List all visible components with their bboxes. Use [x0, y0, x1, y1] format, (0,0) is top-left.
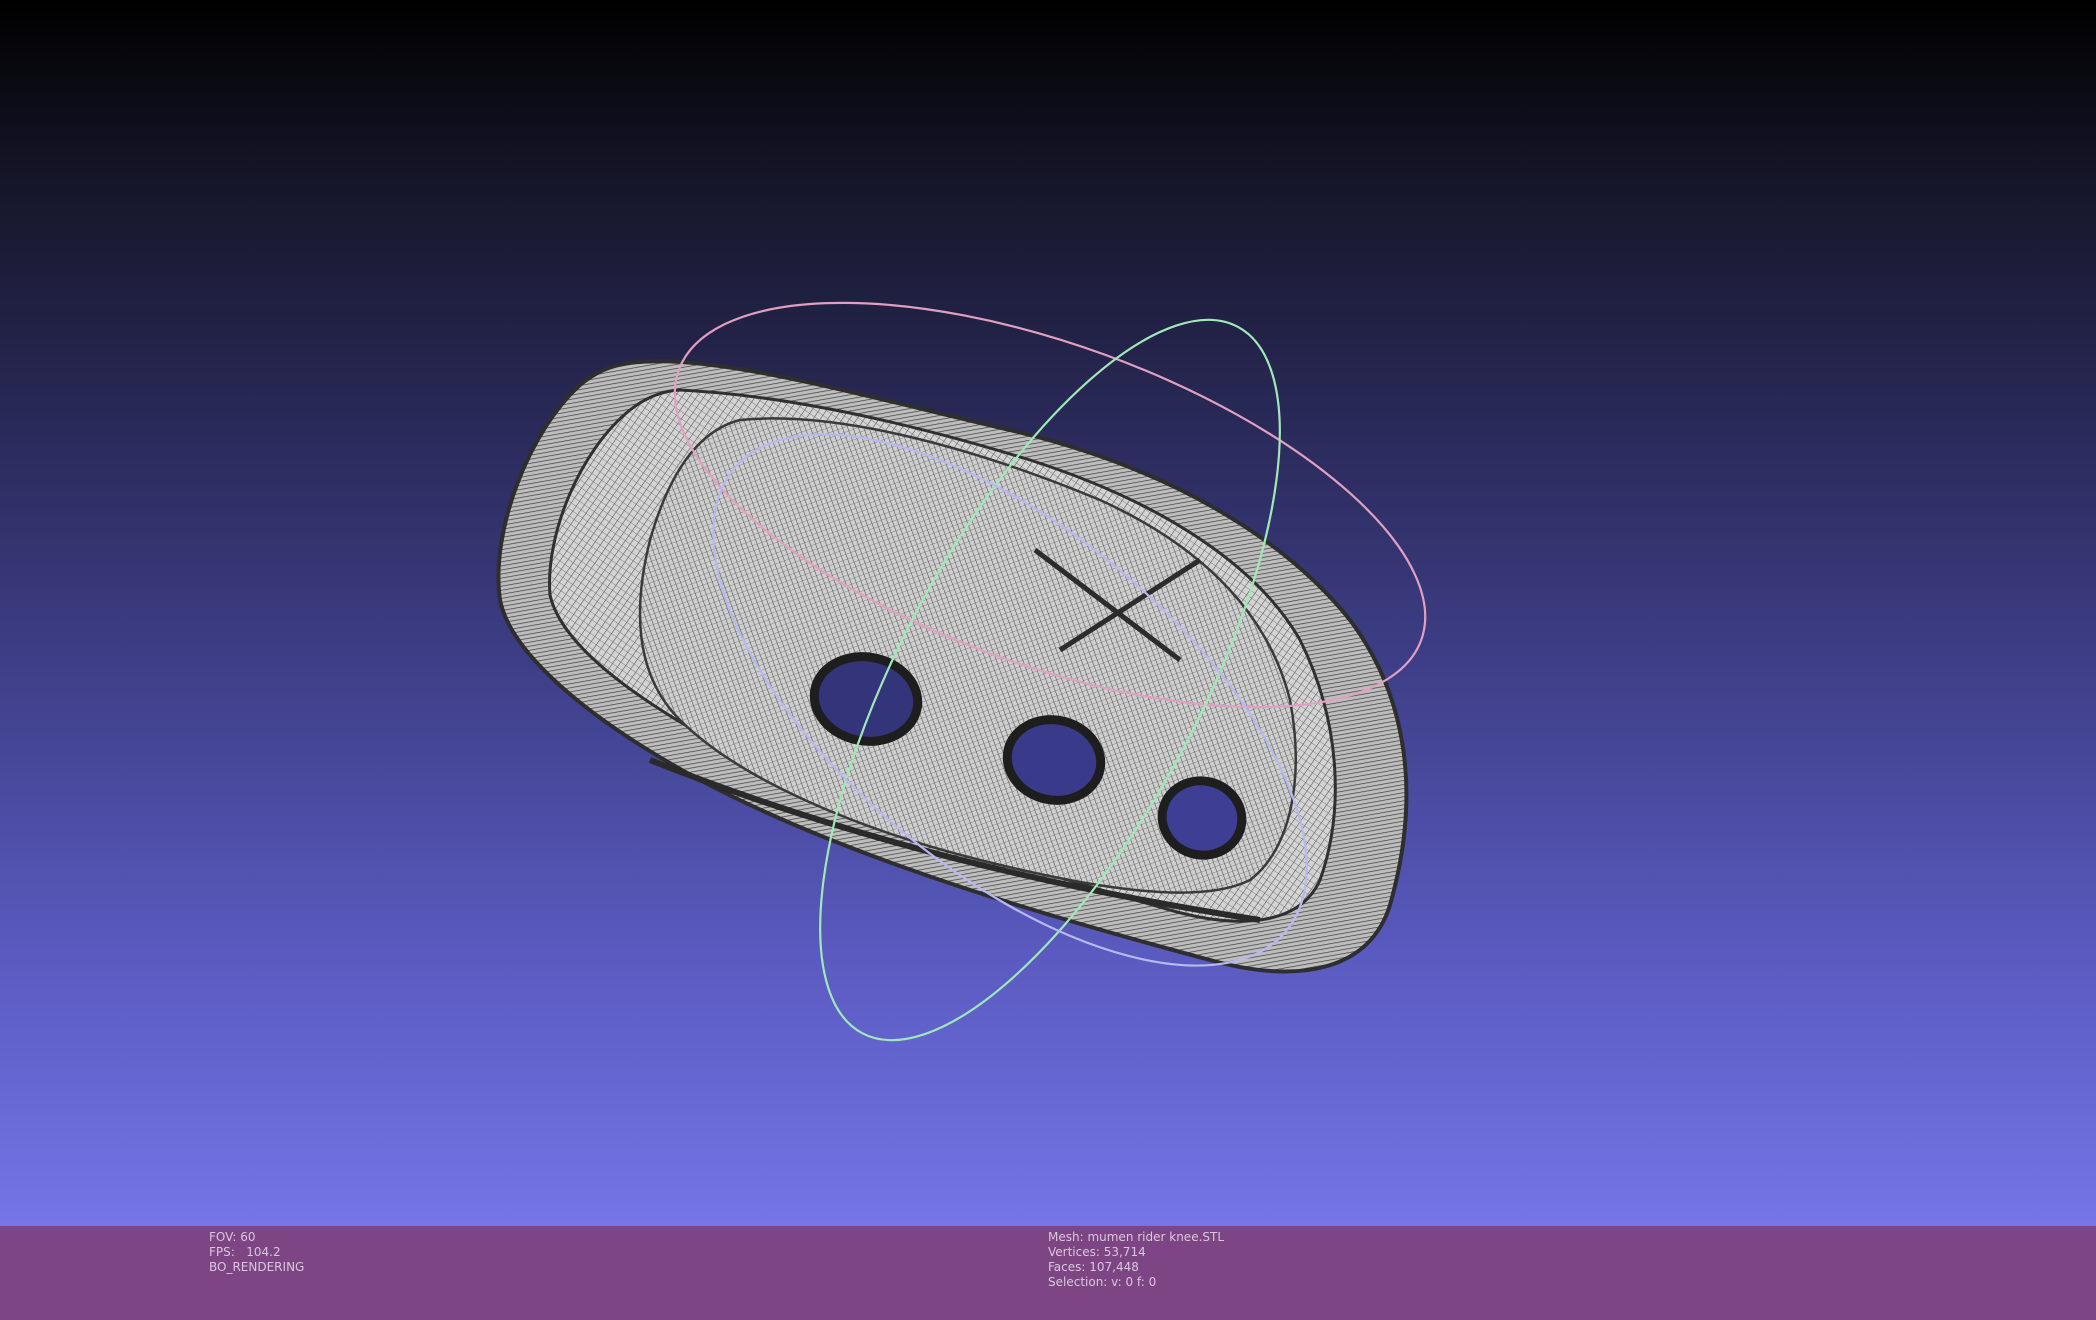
selection-readout: Selection: v: 0 f: 0 — [1048, 1275, 1157, 1289]
status-info-bar: FOV: 60 FPS: 104.2 BO_RENDERING Mesh: mu… — [0, 1226, 2096, 1320]
render-mode-readout: BO_RENDERING — [209, 1260, 305, 1274]
fov-readout: FOV: 60 — [209, 1230, 256, 1244]
fps-readout: FPS: 104.2 — [209, 1245, 281, 1259]
faces-readout: Faces: 107,448 — [1048, 1260, 1139, 1274]
3d-viewport[interactable] — [0, 0, 2096, 1226]
mesh-scene[interactable] — [0, 0, 2096, 1226]
vertices-readout: Vertices: 53,714 — [1048, 1245, 1146, 1259]
mesh-name-readout: Mesh: mumen rider knee.STL — [1048, 1230, 1225, 1244]
mesh-info: Mesh: mumen rider knee.STL Vertices: 53,… — [1048, 1230, 1224, 1290]
render-info: FOV: 60 FPS: 104.2 BO_RENDERING — [209, 1230, 304, 1275]
